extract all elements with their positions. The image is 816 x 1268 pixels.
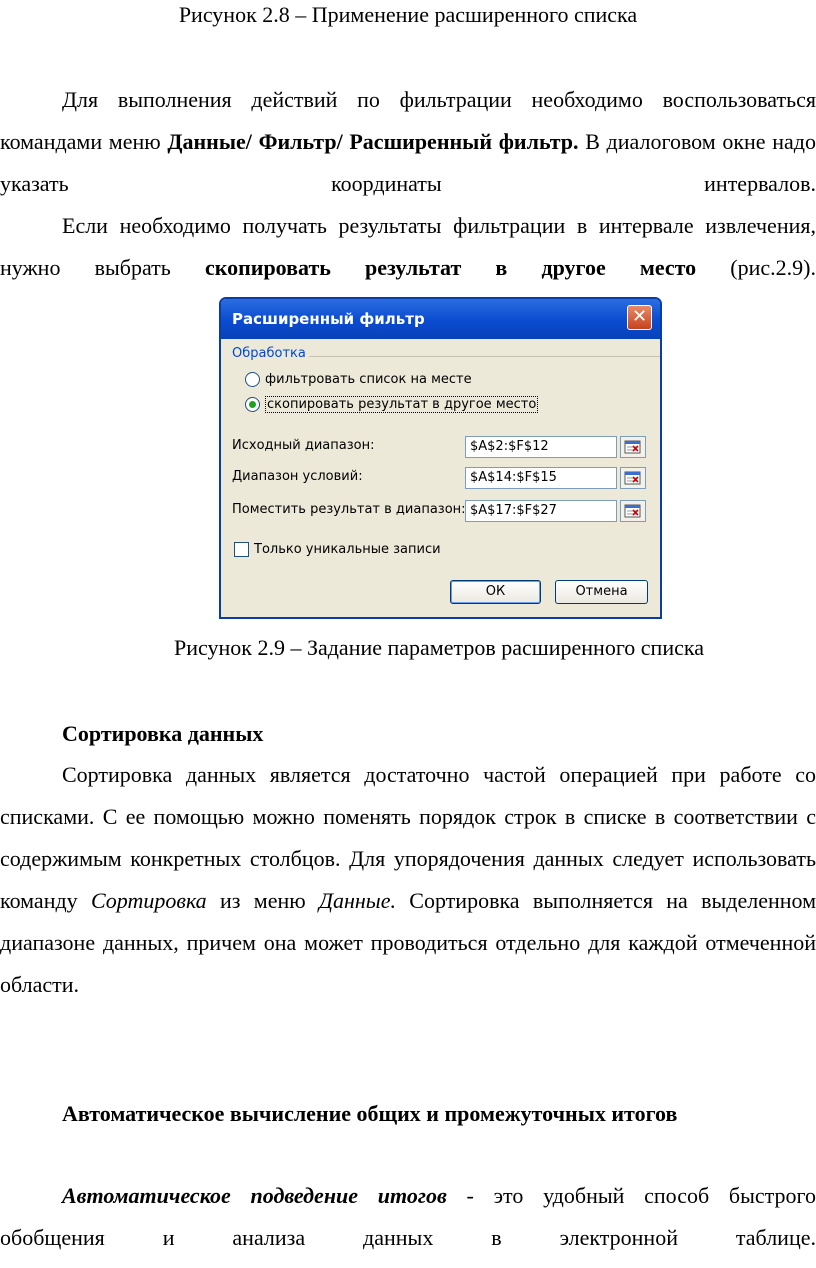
collapse-dialog-icon[interactable]: [620, 436, 646, 458]
data-menu-italic: Данные.: [318, 888, 396, 913]
processing-group-label: Обработка: [232, 346, 309, 361]
paragraph-totals: Автоматическое подведение итогов - это у…: [0, 1183, 816, 1250]
paragraph-filter-intro: Для выполнения действий по фильтрации не…: [0, 87, 816, 196]
heading-totals: Автоматическое вычисление общих и промеж…: [62, 1101, 678, 1126]
source-range-label: Исходный диапазон:: [232, 438, 375, 453]
copy-option-bold: скопировать результат в другое место: [204, 255, 697, 280]
heading-sorting: Сортировка данных: [62, 721, 264, 746]
advanced-filter-dialog: Расширенный фильтр ✕ Обработка фильтрова…: [219, 297, 662, 619]
output-range-input[interactable]: $A$17:$F$27: [465, 500, 617, 522]
dialog-title: Расширенный фильтр: [232, 310, 425, 328]
ok-button[interactable]: ОК: [450, 580, 541, 604]
dialog-titlebar: Расширенный фильтр: [221, 299, 660, 339]
criteria-range-label: Диапазон условий:: [232, 469, 363, 484]
checkbox-icon[interactable]: [234, 542, 249, 557]
figure-2-8-caption: Рисунок 2.8 – Применение расширенного сп…: [178, 2, 638, 27]
cancel-button[interactable]: Отмена: [555, 580, 648, 604]
close-icon[interactable]: ✕: [627, 305, 652, 330]
source-range-input[interactable]: $A$2:$F$12: [465, 436, 617, 458]
radio-copy-to-location[interactable]: скопировать результат в другое место: [245, 396, 539, 413]
unique-records-checkbox[interactable]: Только уникальные записи: [234, 542, 441, 557]
collapse-dialog-icon[interactable]: [620, 467, 646, 489]
menu-path-bold: Данные/ Фильтр/ Расширенный фильтр.: [167, 129, 579, 154]
figure-2-9-caption: Рисунок 2.9 – Задание параметров расшире…: [174, 635, 704, 660]
paragraph-sorting: Сортировка данных является достаточно ча…: [0, 762, 816, 997]
radio-button-selected-icon[interactable]: [245, 397, 260, 412]
collapse-dialog-icon[interactable]: [620, 500, 646, 522]
sort-command-italic: Сортировка: [90, 888, 207, 913]
auto-totals-bold-italic: Автоматическое подведение итогов: [62, 1183, 447, 1208]
radio-button-icon[interactable]: [245, 372, 260, 387]
output-range-label: Поместить результат в диапазон:: [232, 502, 466, 517]
paragraph-copy-result: Если необходимо получать результаты филь…: [0, 213, 816, 280]
criteria-range-input[interactable]: $A$14:$F$15: [465, 467, 617, 489]
document-page: Рисунок 2.8 – Применение расширенного сп…: [0, 0, 816, 1268]
radio-filter-in-place[interactable]: фильтровать список на месте: [245, 372, 472, 387]
